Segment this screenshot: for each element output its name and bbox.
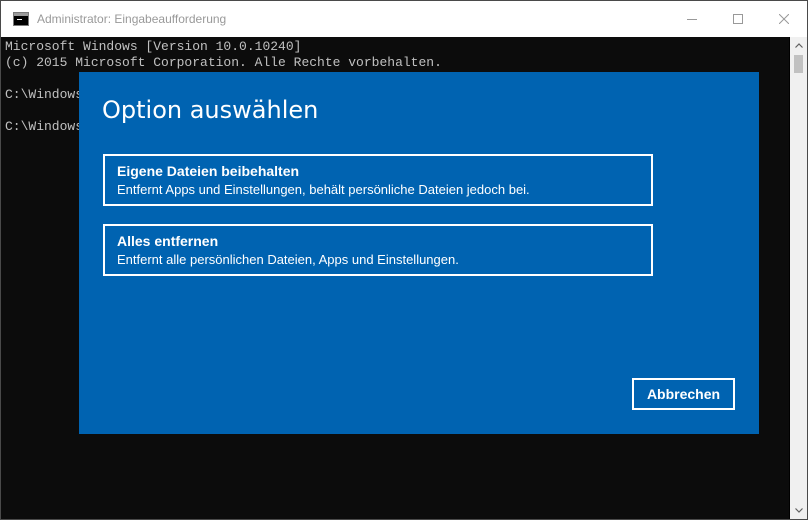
chevron-up-icon (794, 43, 803, 48)
close-icon (779, 14, 789, 24)
vertical-scrollbar[interactable] (790, 37, 807, 519)
console-line: Microsoft Windows [Version 10.0.10240] (5, 39, 302, 54)
close-button[interactable] (761, 1, 807, 37)
option-description: Entfernt alle persönlichen Dateien, Apps… (117, 252, 459, 267)
title-bar[interactable]: Administrator: Eingabeaufforderung (1, 1, 807, 37)
window-controls (669, 1, 807, 37)
window-title: Administrator: Eingabeaufforderung (37, 12, 227, 26)
command-prompt-icon[interactable] (13, 12, 29, 26)
cancel-button[interactable]: Abbrechen (632, 378, 735, 410)
scroll-thumb[interactable] (794, 55, 803, 73)
minimize-icon (687, 19, 697, 20)
scroll-down-button[interactable] (790, 502, 807, 519)
console-line: (c) 2015 Microsoft Corporation. Alle Rec… (5, 55, 442, 70)
dialog-title: Option auswählen (102, 96, 319, 124)
keep-files-option[interactable]: Eigene Dateien beibehalten Entfernt Apps… (103, 154, 653, 206)
reset-options-dialog: Option auswählen Eigene Dateien beibehal… (79, 72, 759, 434)
option-description: Entfernt Apps und Einstellungen, behält … (117, 182, 530, 197)
maximize-icon (733, 14, 743, 24)
scroll-up-button[interactable] (790, 37, 807, 54)
chevron-down-icon (794, 508, 803, 513)
option-title: Eigene Dateien beibehalten (117, 163, 300, 179)
minimize-button[interactable] (669, 1, 715, 37)
remove-everything-option[interactable]: Alles entfernen Entfernt alle persönlich… (103, 224, 653, 276)
option-title: Alles entfernen (117, 233, 219, 249)
maximize-button[interactable] (715, 1, 761, 37)
